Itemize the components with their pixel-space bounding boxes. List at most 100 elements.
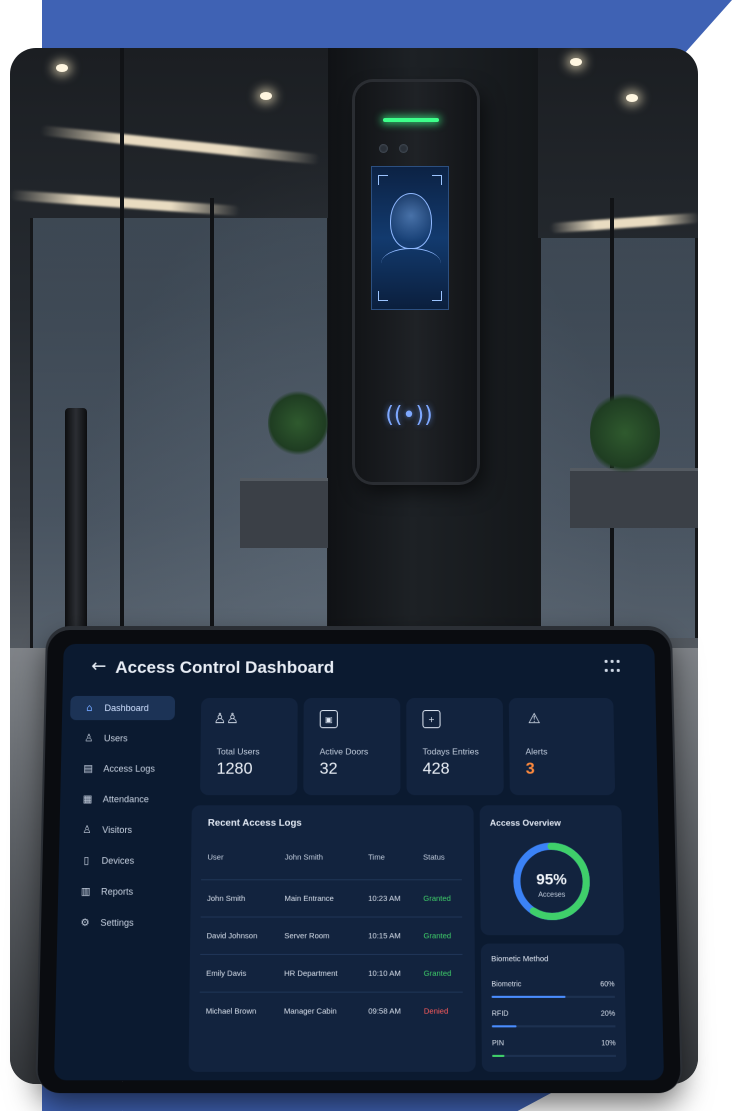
stat-card-todays-entries[interactable]: + Todays Entries 428 [406,697,504,796]
promo-image: ((•)) ← Access Control Dashboard ⌂ Dashb… [0,0,741,1111]
sidebar-item-label: Dashboard [104,702,149,714]
warning-icon: ⚠ [527,711,541,728]
panel-title: Recent Access Logs [207,817,302,829]
method-name: Biometric [491,981,522,989]
grid-menu-icon[interactable] [604,659,621,674]
camera-dot [399,144,408,153]
method-bar-track [491,1025,616,1028]
ceiling-light [10,189,241,217]
table-row[interactable]: John Smith Main Entrance 10:23 AM Grante… [190,879,472,916]
status-led [383,118,439,122]
sidebar-item-label: Settings [100,917,134,928]
stat-value: 3 [525,760,535,778]
log-location: Main Entrance [284,893,334,904]
arrow-left-icon[interactable]: ← [91,656,107,677]
method-percent: 10% [601,1040,616,1048]
log-user: David Johnson [206,931,258,941]
device-icon: ▯ [83,855,90,867]
method-bar-track [492,1054,616,1057]
sidebar-item-dashboard[interactable]: ⌂ Dashboard [70,695,176,721]
face-scan-screen [371,166,449,310]
method-name: RFID [491,1010,509,1018]
sidebar-item-attendance[interactable]: ▦ Attendance [68,787,174,811]
stat-value: 428 [422,760,450,778]
sidebar-item-label: Attendance [102,794,149,805]
plant [590,388,660,478]
donut-label: Acceses [538,891,566,899]
desk [570,468,698,528]
nfc-icon: ((•)) [385,403,433,428]
stat-value: 1280 [216,760,253,778]
page-title: Access Control Dashboard [115,657,335,677]
stat-card-alerts[interactable]: ⚠ Alerts 3 [508,697,616,796]
row-divider [200,916,463,918]
camera-dot [379,144,388,153]
user-icon: ♙ [84,732,94,744]
table-row[interactable]: Michael Brown Manager Cabin 09:58 AM Den… [189,991,473,1030]
log-time: 10:23 AM [368,893,401,904]
biometric-method-panel: Biometic Method Biometric 60% RFID 20% P… [480,943,627,1072]
sidebar-item-users[interactable]: ♙ Users [69,726,174,750]
stat-value: 32 [319,760,338,778]
access-overview-panel: Access Overview 95% Acceses [479,805,624,936]
column-header-status: Status [423,852,445,862]
donut-percent: 95% [536,870,567,889]
column-header-user: User [207,852,224,862]
report-icon: ▥ [80,885,91,898]
home-icon: ⌂ [86,702,93,714]
spot-light [626,94,638,102]
scan-corner [432,291,442,301]
sidebar-item-devices[interactable]: ▯ Devices [67,848,173,873]
log-time: 10:15 AM [368,931,401,941]
log-time: 09:58 AM [368,1006,401,1016]
row-divider [199,991,463,993]
door-icon: ▣ [319,710,338,729]
mullion [210,198,214,638]
log-location: Server Room [284,931,330,941]
sidebar: ⌂ Dashboard ♙ Users ▤ Access Logs ▦ Atte… [62,695,183,1072]
sidebar-item-label: Users [103,733,128,744]
log-location: Manager Cabin [283,1006,337,1016]
scan-corner [378,291,388,301]
sidebar-item-label: Access Logs [103,763,156,774]
column-header-time: Time [368,852,385,862]
sidebar-item-reports[interactable]: ▥ Reports [66,879,172,904]
stat-card-active-doors[interactable]: ▣ Active Doors 32 [303,697,401,796]
ceiling-light [40,125,320,165]
calendar-icon: ▦ [82,793,93,805]
panel-title: Biometic Method [491,953,549,964]
table-row[interactable]: Emily Davis HR Department 10:10 AM Grant… [190,953,473,992]
status-badge: Granted [423,893,451,904]
dashboard-screen: ← Access Control Dashboard ⌂ Dashboard ♙… [54,643,664,1081]
sidebar-item-access-logs[interactable]: ▤ Access Logs [69,756,175,780]
log-user: John Smith [206,893,246,904]
tablet-device: ← Access Control Dashboard ⌂ Dashboard ♙… [37,630,681,1094]
stat-card-total-users[interactable]: ♙♙ Total Users 1280 [200,697,298,796]
sidebar-item-settings[interactable]: ⚙ Settings [65,910,172,935]
face-recognition-reader: ((•)) [355,82,477,482]
sidebar-item-label: Devices [101,855,135,866]
sidebar-item-visitors[interactable]: ♙ Visitors [67,818,173,843]
visitors-icon: ♙ [82,824,92,836]
method-percent: 20% [600,1010,616,1018]
log-time: 10:10 AM [368,968,401,978]
status-badge: Granted [423,968,452,978]
gear-icon: ⚙ [80,917,90,929]
method-bar-fill [492,1054,505,1057]
entry-icon: + [422,710,441,729]
status-badge: Granted [423,931,452,941]
row-divider [201,879,462,881]
table-row[interactable]: David Johnson Server Room 10:15 AM Grant… [190,916,473,953]
row-divider [200,953,463,955]
method-percent: 60% [600,981,615,989]
mullion [120,48,124,668]
method-bar-track [491,995,615,998]
scan-corner [378,175,388,185]
sidebar-item-label: Reports [100,886,134,897]
recent-access-logs-panel: Recent Access Logs User John Smith Time … [188,805,476,1072]
status-badge: Denied [423,1006,449,1016]
method-bar-fill [491,995,566,998]
column-header-location: John Smith [284,852,323,862]
app-header: ← Access Control Dashboard [63,644,656,692]
users-icon: ♙♙ [213,711,239,728]
